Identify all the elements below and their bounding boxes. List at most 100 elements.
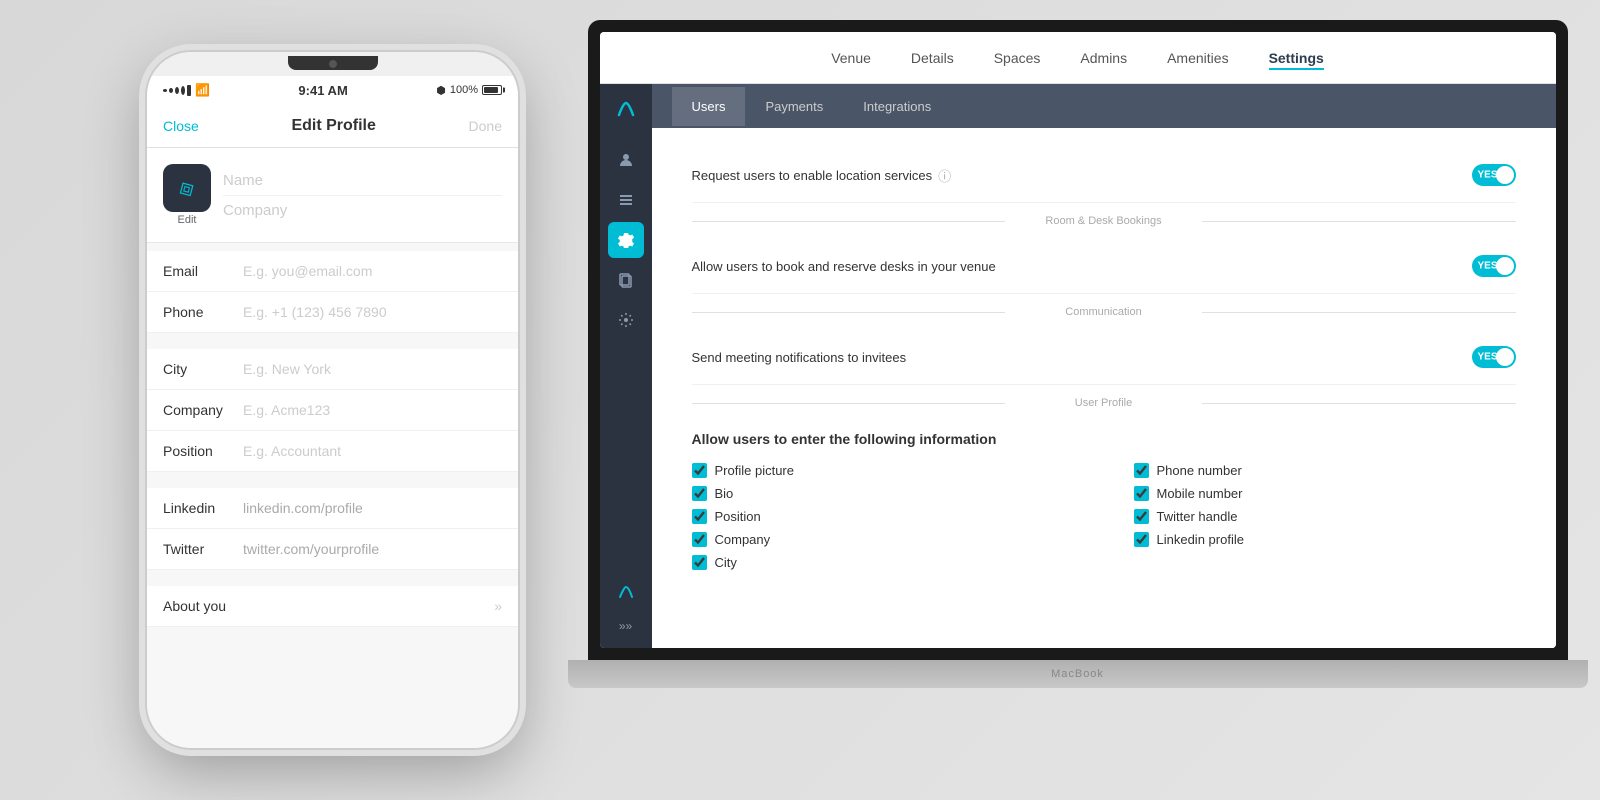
checkbox-company: Company <box>692 532 1074 547</box>
sidebar-expand-icon[interactable]: »» <box>608 614 644 638</box>
macbook-screen: Venue Details Spaces Admins Amenities Se… <box>600 32 1556 648</box>
checkbox-twitter-handle-label: Twitter handle <box>1157 509 1238 524</box>
nav-venue[interactable]: Venue <box>831 46 871 70</box>
iphone-status-bar: 📶 9:41 AM ⬢ 100% <box>147 76 518 104</box>
sub-tab-payments[interactable]: Payments <box>745 87 843 126</box>
iphone-location-section: City E.g. New York Company E.g. Acme123 … <box>147 349 518 472</box>
room-desk-toggle-track[interactable]: YES <box>1472 255 1516 277</box>
checkbox-city-input[interactable] <box>692 555 707 570</box>
battery-percent: 100% <box>450 84 478 96</box>
iphone-close-button[interactable]: Close <box>163 118 199 134</box>
bluetooth-icon: ⬢ <box>436 84 446 97</box>
iphone-position-row: Position E.g. Accountant <box>147 431 518 472</box>
sidebar-icon-copy[interactable] <box>608 262 644 298</box>
checkbox-linkedin-profile-input[interactable] <box>1134 532 1149 547</box>
location-label-group: Request users to enable location service… <box>692 166 952 185</box>
iphone-name-placeholder[interactable]: Name <box>223 166 502 196</box>
top-nav: Venue Details Spaces Admins Amenities Se… <box>600 32 1556 84</box>
communication-setting-label: Send meeting notifications to invitees <box>692 350 907 365</box>
iphone-app-header: Close Edit Profile Done <box>147 104 518 148</box>
iphone-company-placeholder[interactable]: Company <box>223 196 502 225</box>
nav-amenities[interactable]: Amenities <box>1167 46 1228 70</box>
iphone-position-input[interactable]: E.g. Accountant <box>243 443 502 459</box>
iphone-city-input[interactable]: E.g. New York <box>243 361 502 377</box>
iphone-linkedin-input[interactable]: linkedin.com/profile <box>243 500 502 516</box>
iphone-twitter-row: Twitter twitter.com/yourprofile <box>147 529 518 570</box>
sub-tab-users[interactable]: Users <box>672 87 746 126</box>
sidebar-logo <box>610 94 642 126</box>
sidebar-logo-bottom[interactable] <box>608 574 644 610</box>
communication-toggle-yes: YES <box>1478 352 1498 363</box>
app-logo-icon: ⧈ <box>177 174 197 203</box>
room-desk-setting-row: Allow users to book and reserve desks in… <box>692 239 1516 294</box>
checkbox-profile-picture-input[interactable] <box>692 463 707 478</box>
iphone-twitter-input[interactable]: twitter.com/yourprofile <box>243 541 502 557</box>
user-profile-section-divider: User Profile <box>692 385 1516 421</box>
user-profile-allow-row: Allow users to enter the following infor… <box>692 421 1516 455</box>
wifi-icon: 📶 <box>195 83 210 97</box>
iphone-company-label: Company <box>163 402 243 418</box>
sidebar-icon-settings[interactable] <box>608 222 644 258</box>
iphone-avatar[interactable]: ⧈ <box>163 164 211 212</box>
sidebar-icon-user[interactable] <box>608 142 644 178</box>
checkbox-grid: Profile picture Bio Position <box>692 455 1516 586</box>
iphone-phone-label: Phone <box>163 304 243 320</box>
iphone-body: ⧈ Edit Name Company Email E.g. you@email… <box>147 148 518 748</box>
chevron-right-icon: » <box>494 598 502 614</box>
checkbox-profile-picture-label: Profile picture <box>715 463 794 478</box>
checkbox-left-col: Profile picture Bio Position <box>692 463 1074 570</box>
communication-section-divider: Communication <box>692 294 1516 330</box>
iphone-done-button[interactable]: Done <box>469 118 502 134</box>
checkbox-position-label: Position <box>715 509 761 524</box>
checkbox-twitter-handle: Twitter handle <box>1134 509 1516 524</box>
checkbox-bio-input[interactable] <box>692 486 707 501</box>
checkbox-linkedin-profile-label: Linkedin profile <box>1157 532 1244 547</box>
iphone-twitter-label: Twitter <box>163 541 243 557</box>
iphone-camera <box>329 60 337 68</box>
sidebar-icon-gear[interactable] <box>608 302 644 338</box>
location-setting-label: Request users to enable location service… <box>692 168 933 183</box>
iphone-city-row: City E.g. New York <box>147 349 518 390</box>
iphone-edit-label[interactable]: Edit <box>178 214 197 226</box>
iphone-about-row[interactable]: About you » <box>147 586 518 627</box>
checkbox-position: Position <box>692 509 1074 524</box>
iphone-about-section: About you » <box>147 586 518 627</box>
iphone-company-row: Company E.g. Acme123 <box>147 390 518 431</box>
nav-spaces[interactable]: Spaces <box>994 46 1041 70</box>
checkbox-company-label: Company <box>715 532 771 547</box>
checkbox-mobile-number: Mobile number <box>1134 486 1516 501</box>
nav-admins[interactable]: Admins <box>1080 46 1127 70</box>
iphone-device: 📶 9:41 AM ⬢ 100% Close Edit Profile Done… <box>145 50 520 750</box>
communication-toggle[interactable]: YES <box>1472 346 1516 368</box>
iphone-email-label: Email <box>163 263 243 279</box>
iphone-email-input[interactable]: E.g. you@email.com <box>243 263 502 279</box>
room-desk-setting-label: Allow users to book and reserve desks in… <box>692 259 996 274</box>
checkbox-company-input[interactable] <box>692 532 707 547</box>
macbook-bezel: Venue Details Spaces Admins Amenities Se… <box>588 20 1568 660</box>
location-toggle-track[interactable]: YES <box>1472 164 1516 186</box>
nav-details[interactable]: Details <box>911 46 954 70</box>
iphone-company-input[interactable]: E.g. Acme123 <box>243 402 502 418</box>
communication-toggle-track[interactable]: YES <box>1472 346 1516 368</box>
room-desk-toggle[interactable]: YES <box>1472 255 1516 277</box>
checkbox-phone-number: Phone number <box>1134 463 1516 478</box>
checkbox-right-col: Phone number Mobile number Twitter handl… <box>1134 463 1516 570</box>
checkbox-mobile-number-input[interactable] <box>1134 486 1149 501</box>
nav-settings[interactable]: Settings <box>1269 46 1324 70</box>
checkbox-mobile-number-label: Mobile number <box>1157 486 1243 501</box>
iphone-page-title: Edit Profile <box>199 117 469 135</box>
settings-content: Request users to enable location service… <box>652 128 1556 648</box>
user-profile-allow-label: Allow users to enter the following infor… <box>692 431 997 447</box>
checkbox-twitter-handle-input[interactable] <box>1134 509 1149 524</box>
location-setting-row: Request users to enable location service… <box>692 148 1516 203</box>
iphone-phone-input[interactable]: E.g. +1 (123) 456 7890 <box>243 304 502 320</box>
checkbox-phone-number-input[interactable] <box>1134 463 1149 478</box>
sidebar-icon-list[interactable] <box>608 182 644 218</box>
macbook-device: Venue Details Spaces Admins Amenities Se… <box>555 0 1600 800</box>
checkbox-position-input[interactable] <box>692 509 707 524</box>
iphone-about-label: About you <box>163 598 243 614</box>
sub-tab-integrations[interactable]: Integrations <box>843 87 951 126</box>
location-toggle[interactable]: YES <box>1472 164 1516 186</box>
signal-bars <box>163 85 191 96</box>
checkbox-bio: Bio <box>692 486 1074 501</box>
